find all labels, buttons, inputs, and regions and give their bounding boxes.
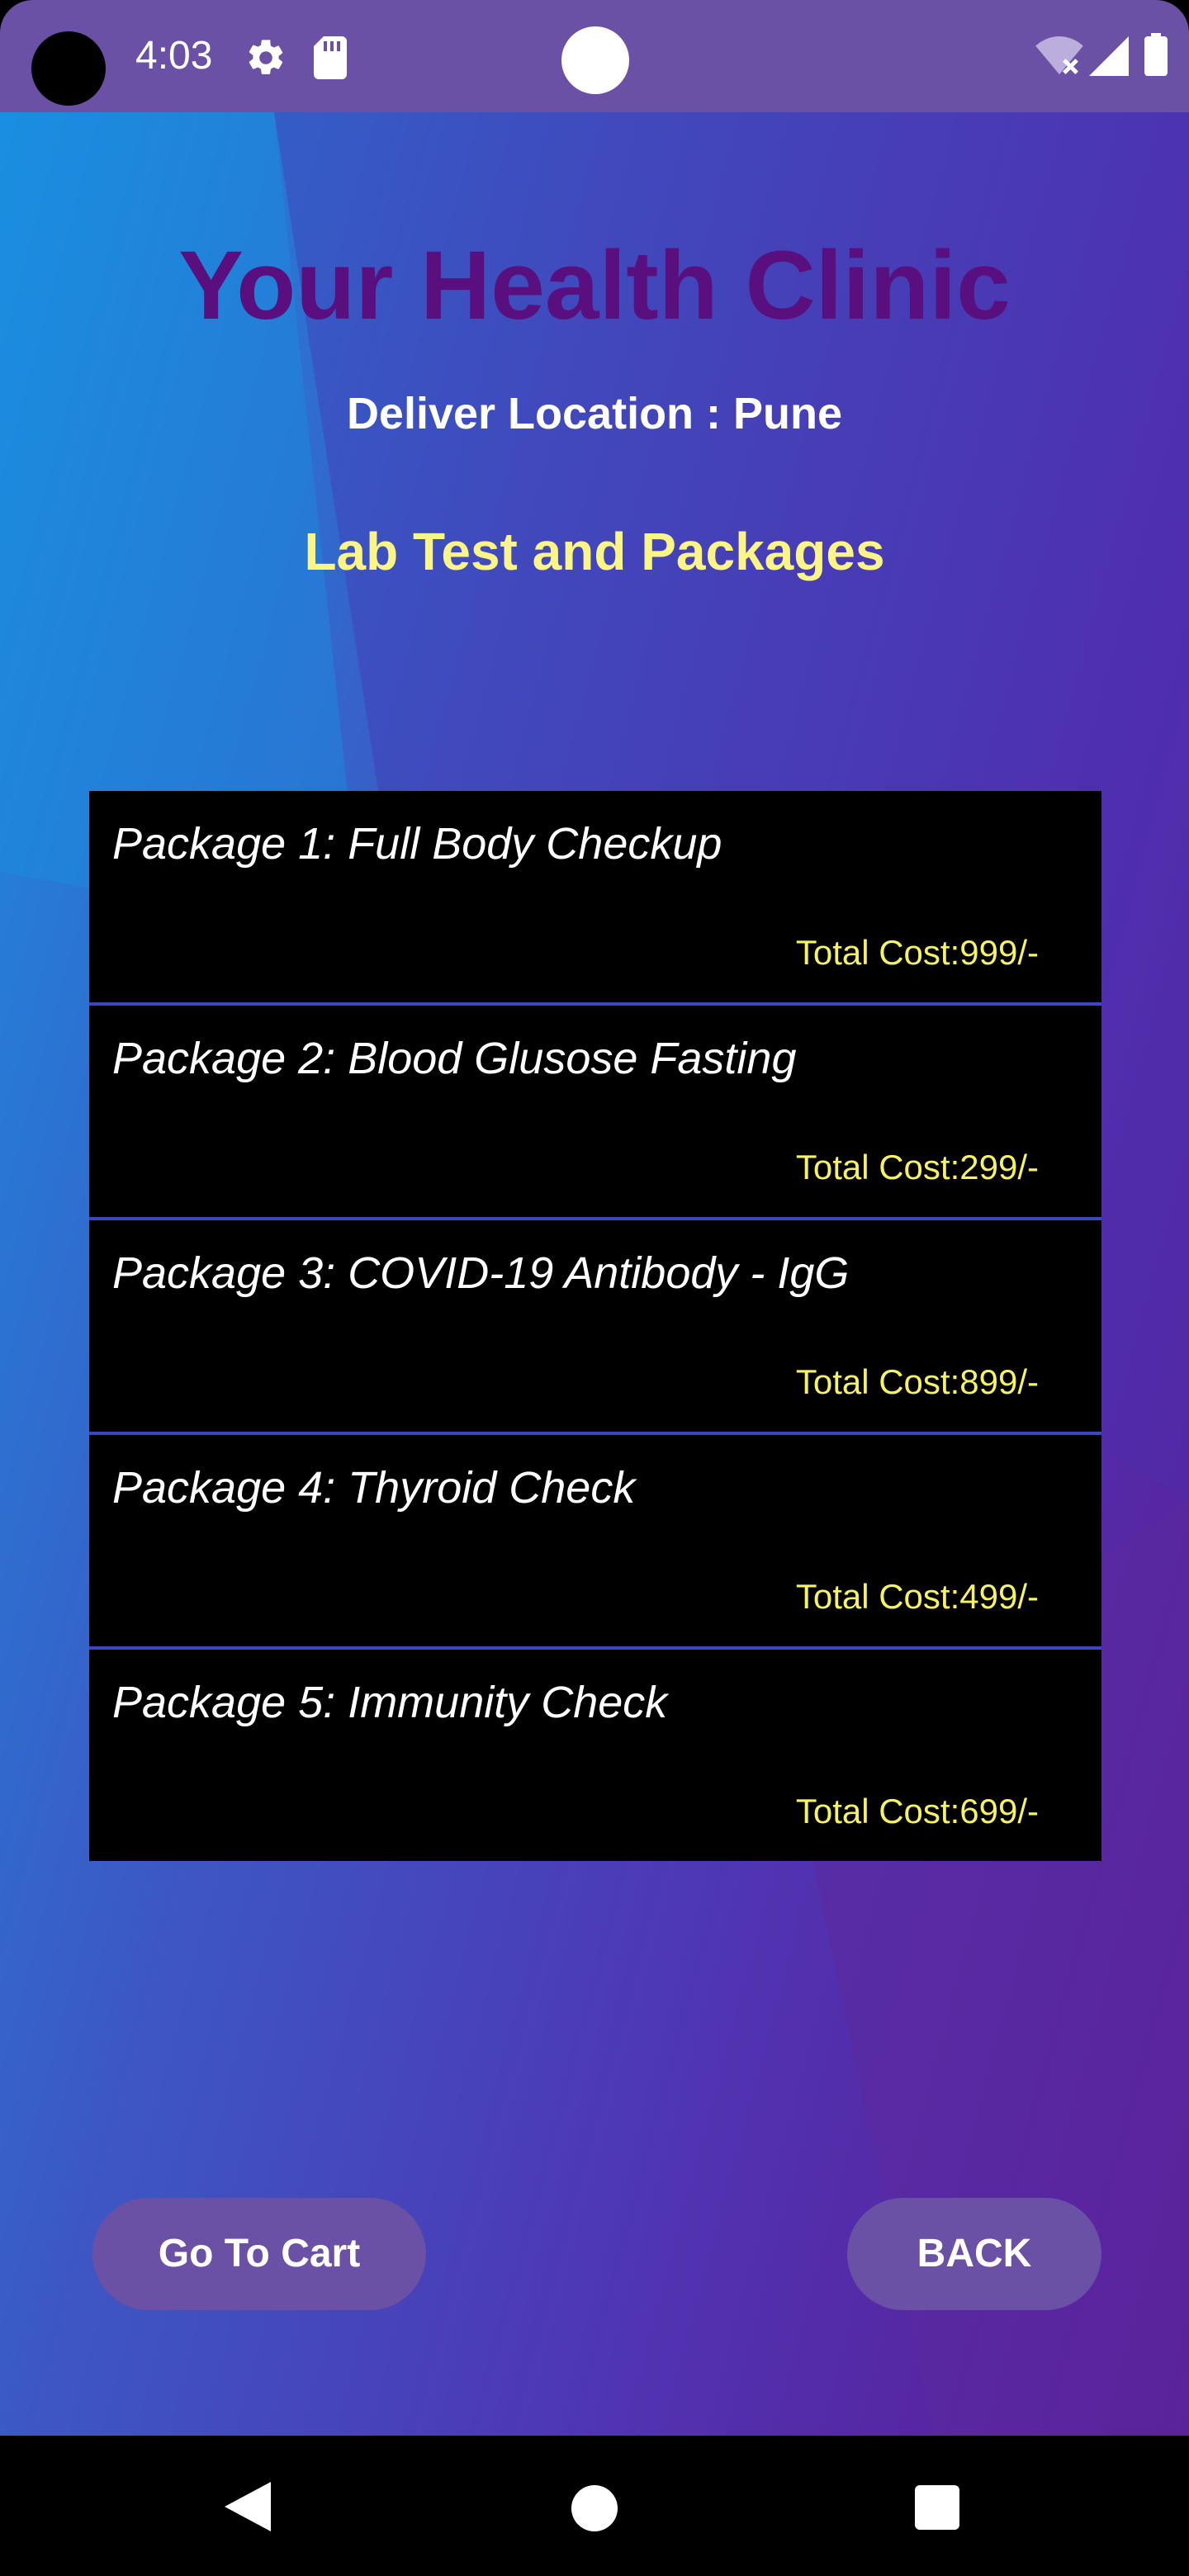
package-cost: Total Cost:499/- [795, 1577, 1039, 1616]
sd-card-icon [314, 36, 347, 79]
front-sensor-dot [561, 26, 629, 94]
battery-icon [1144, 33, 1168, 76]
back-icon[interactable] [225, 2482, 271, 2531]
package-cost: Total Cost:299/- [795, 1148, 1039, 1186]
package-item[interactable]: Package 5: Immunity Check Total Cost:699… [89, 1650, 1101, 1861]
navigation-bar [0, 2436, 1189, 2576]
status-bar: 4:03 [0, 0, 1189, 112]
wifi-off-icon [1035, 36, 1083, 75]
deliver-location: Deliver Location : Pune [346, 389, 843, 438]
package-item[interactable]: Package 3: COVID-19 Antibody - IgG Total… [89, 1220, 1101, 1435]
package-cost: Total Cost:999/- [795, 933, 1039, 972]
signal-icon [1089, 36, 1129, 76]
app-content: Your Health Clinic Deliver Location : Pu… [0, 112, 1189, 2436]
package-name: Package 2: Blood Glusose Fasting [112, 1034, 797, 1083]
package-item[interactable]: Package 2: Blood Glusose Fasting Total C… [89, 1006, 1101, 1220]
package-name: Package 4: Thyroid Check [112, 1463, 636, 1513]
package-name: Package 1: Full Body Checkup [112, 819, 722, 869]
package-cost: Total Cost:899/- [795, 1362, 1039, 1401]
package-name: Package 5: Immunity Check [112, 1678, 668, 1727]
package-item[interactable]: Package 1: Full Body Checkup Total Cost:… [89, 791, 1101, 1006]
status-time: 4:03 [135, 34, 213, 78]
package-item[interactable]: Package 4: Thyroid Check Total Cost:499/… [89, 1435, 1101, 1650]
package-name: Package 3: COVID-19 Antibody - IgG [112, 1248, 850, 1298]
camera-cutout [31, 31, 106, 106]
package-list: Package 1: Full Body Checkup Total Cost:… [89, 791, 1101, 1861]
back-button[interactable]: BACK [847, 2198, 1101, 2310]
app-title: Your Health Clinic [178, 231, 1011, 340]
go-to-cart-button[interactable]: Go To Cart [92, 2198, 426, 2310]
home-icon[interactable] [571, 2485, 618, 2531]
gear-icon [249, 40, 283, 74]
package-cost: Total Cost:699/- [795, 1792, 1039, 1830]
recents-icon[interactable] [915, 2485, 959, 2530]
section-heading: Lab Test and Packages [304, 522, 885, 581]
